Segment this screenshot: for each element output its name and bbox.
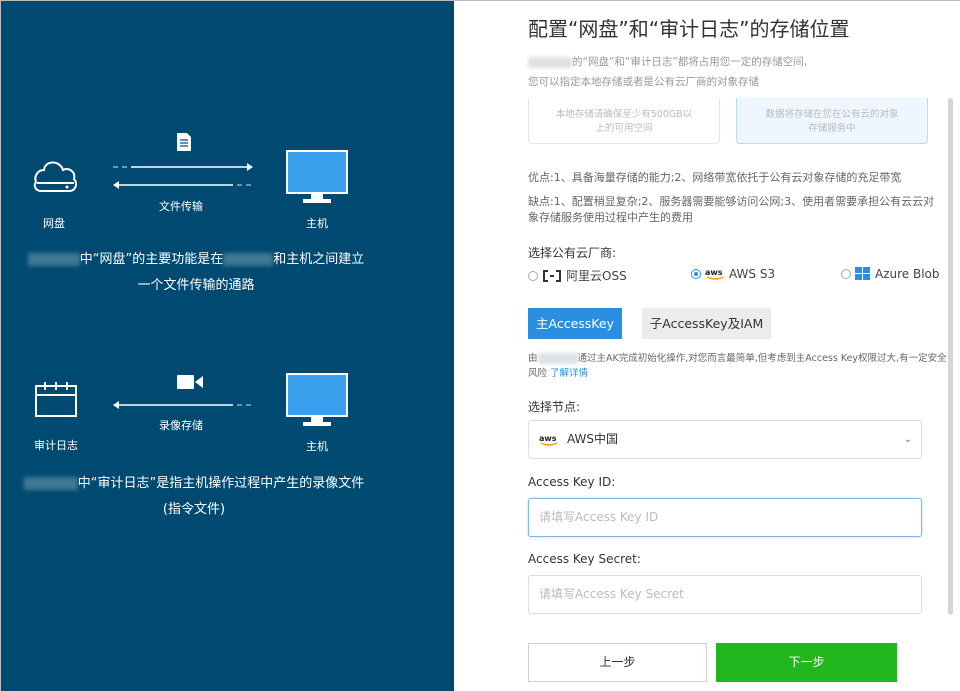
radio-button[interactable] xyxy=(528,270,538,281)
provider-radio-group: 阿里云OSS aws AWS S3 Azure Blob xyxy=(528,267,948,285)
netdisk-label: 网盘 xyxy=(43,217,65,230)
access-key-id-label: Access Key ID: xyxy=(528,475,616,489)
chevron-down-icon: ⌄ xyxy=(903,434,912,445)
provider-option-azure[interactable]: Azure Blob xyxy=(841,267,940,281)
provider-option-aws[interactable]: aws AWS S3 xyxy=(691,267,775,281)
svg-text:aws: aws xyxy=(539,434,557,443)
cloud-storage-card[interactable]: 数据将存储在您在公有云的对象存储服务中 xyxy=(736,98,928,144)
transfer-arrows xyxy=(113,163,253,189)
record-arrow xyxy=(113,401,253,409)
access-key-id-input[interactable]: 请填写Access Key ID xyxy=(528,498,922,537)
host-label: 主机 xyxy=(306,217,328,230)
netdisk-description: 中“网盘”的主要功能是在 和主机之间建立 一个文件传输的通路 xyxy=(11,247,381,299)
radio-button[interactable] xyxy=(841,269,851,279)
radio-button[interactable] xyxy=(691,269,701,279)
intro-text-line2: 您可以指定本地存储或者是公有云厂商的对象存储 xyxy=(528,76,759,88)
host-monitor-icon xyxy=(286,150,348,203)
local-storage-card[interactable]: 本地存储请确保至少有500GB以上的可用空间 xyxy=(528,98,720,144)
audit-log-icon xyxy=(35,382,77,417)
provider-label: 选择公有云厂商: xyxy=(528,246,617,260)
cons-text: 缺点:1、配置稍显复杂;2、服务器需要能够访问公网;3、使用者需要承担公有云云对… xyxy=(528,195,935,224)
cloud-disk-icon xyxy=(33,161,78,192)
document-icon xyxy=(177,133,191,151)
accesskey-note: 由通过主AK完成初始化操作,对您而言最简单,但考虑到主Access Key权限过… xyxy=(528,353,947,379)
file-transfer-label: 文件传输 xyxy=(159,200,203,213)
storage-config-panel: 配置“网盘”和“审计日志”的存储位置 的“网盘”和“审计日志”都将占用您一定的存… xyxy=(454,1,960,691)
tab-main-accesskey[interactable]: 主AccessKey xyxy=(528,308,622,339)
learn-more-link[interactable]: 了解详情 xyxy=(550,368,588,379)
audit-log-description: 中“审计日志”是指主机操作过程中产生的录像文件 (指令文件) xyxy=(9,471,379,523)
feature-illustration-panel: 网盘 文件传输 主机 中“网盘”的主要功能是在 和主机之间建立 一个文件传输的通路… xyxy=(1,1,454,691)
record-storage-label: 录像存储 xyxy=(159,419,203,432)
host-monitor-icon xyxy=(286,373,348,426)
aws-icon: aws xyxy=(539,434,558,446)
intro-text-line1: 的“网盘”和“审计日志”都将占用您一定的存储空间, xyxy=(528,54,807,69)
windows-icon xyxy=(855,267,870,280)
access-key-secret-input[interactable]: 请填写Access Key Secret xyxy=(528,575,922,614)
aliyun-icon xyxy=(543,269,561,282)
tab-sub-accesskey-iam[interactable]: 子AccessKey及IAM xyxy=(642,308,771,339)
aws-icon: aws xyxy=(705,268,724,280)
previous-button[interactable]: 上一步 xyxy=(528,643,707,682)
svg-text:aws: aws xyxy=(705,268,723,277)
node-label: 选择节点: xyxy=(528,400,581,414)
access-key-secret-label: Access Key Secret: xyxy=(528,552,641,566)
node-select-value: AWS中国 xyxy=(567,432,619,446)
pros-text: 优点:1、具备海量存储的能力;2、网络带宽依托于公有云对象存储的充足带宽 xyxy=(528,171,902,184)
scrollbar[interactable] xyxy=(948,98,953,615)
provider-option-aliyun[interactable]: 阿里云OSS xyxy=(528,267,627,284)
audit-log-label: 审计日志 xyxy=(34,439,78,452)
host-label: 主机 xyxy=(306,440,328,453)
next-button[interactable]: 下一步 xyxy=(716,643,897,682)
video-camera-icon xyxy=(177,375,203,389)
node-select[interactable]: aws AWS中国 ⌄ xyxy=(528,420,922,459)
page-title: 配置“网盘”和“审计日志”的存储位置 xyxy=(528,17,850,41)
